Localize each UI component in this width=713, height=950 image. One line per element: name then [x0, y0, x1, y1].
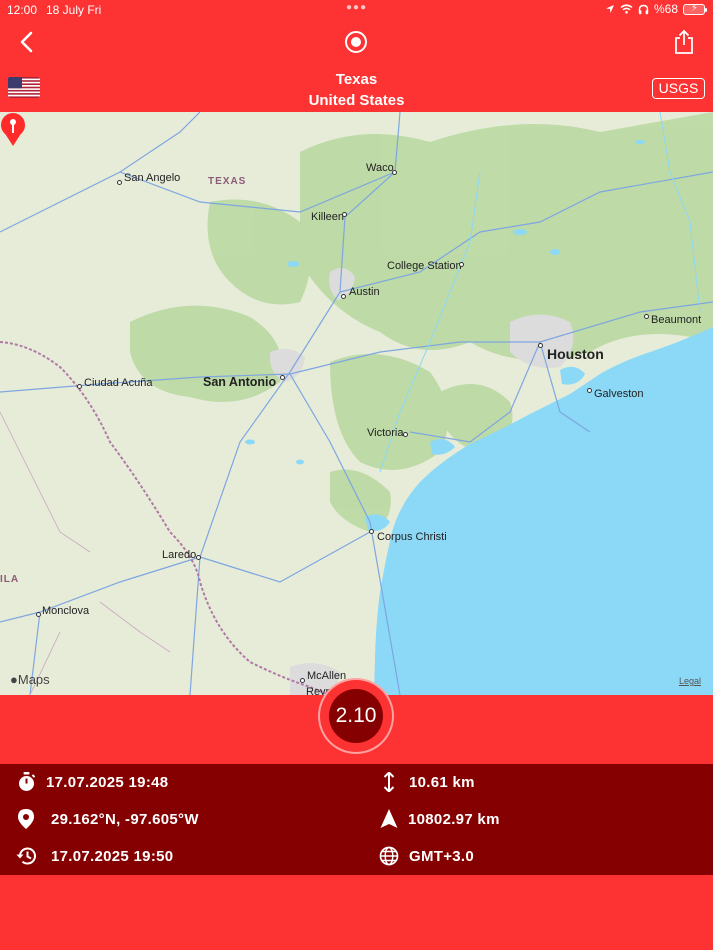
map-label-college-station: College Station — [387, 260, 462, 272]
city-dot — [342, 212, 347, 217]
city-dot — [280, 375, 285, 380]
event-timezone: GMT+3.0 — [409, 847, 475, 865]
city-dot — [392, 170, 397, 175]
event-time-row: 17.07.2025 19:48 — [17, 772, 168, 792]
depth-row: 10.61 km — [383, 772, 475, 792]
updated-row: 17.07.2025 19:50 — [16, 846, 173, 866]
city-dot — [538, 343, 543, 348]
status-date: 18 July Fri — [46, 3, 102, 17]
earthquake-details: 17.07.2025 19:48 29.162°N, -97.605°W 17.… — [0, 764, 713, 875]
map-label-beaumont: Beaumont — [651, 314, 702, 326]
city-dot — [341, 294, 346, 299]
distance-row: 10802.97 km — [380, 809, 500, 829]
location-country: United States — [308, 92, 405, 109]
vertical-arrows-icon — [383, 772, 395, 792]
globe-icon — [379, 846, 399, 866]
map-label-waco: Waco — [366, 162, 394, 174]
legal-link[interactable]: Legal — [679, 676, 701, 686]
apple-icon: ● — [10, 672, 18, 687]
multitask-dots[interactable]: ●●● — [346, 2, 367, 13]
coordinates-row: 29.162°N, -97.605°W — [18, 809, 199, 829]
status-time: 12:00 — [7, 3, 38, 17]
map-view[interactable]: TEXAS San Angelo Waco Killeen College St… — [0, 112, 713, 695]
map-label-victoria: Victoria — [367, 427, 404, 439]
nav-bar — [0, 22, 713, 66]
location-region: Texas — [335, 71, 378, 88]
location-arrow-icon — [605, 5, 614, 13]
wifi-icon — [620, 4, 633, 14]
share-icon[interactable] — [673, 28, 695, 56]
city-dot — [36, 612, 41, 617]
city-dot — [77, 384, 82, 389]
event-distance: 10802.97 km — [408, 810, 500, 828]
map-label-ciudad-acuna: Ciudad Acuña — [84, 377, 153, 389]
city-dot — [587, 388, 592, 393]
map-terrain — [0, 112, 713, 695]
map-pin-icon[interactable] — [0, 112, 26, 152]
battery-icon: ⚡ — [683, 3, 707, 15]
city-dot — [117, 180, 122, 185]
stopwatch-icon — [19, 772, 36, 791]
location-pin-icon — [18, 809, 34, 829]
event-time: 17.07.2025 19:48 — [46, 773, 169, 791]
maps-logo: ●Maps — [10, 672, 50, 687]
map-label-killeen: Killeen — [311, 211, 345, 223]
navigation-arrow-icon — [380, 809, 398, 828]
status-bar: 12:00 18 July Fri ●●● %68 ⚡ — [0, 0, 713, 22]
record-icon[interactable] — [345, 31, 367, 53]
map-label-state: TEXAS — [208, 176, 247, 187]
map-label-austin: Austin — [349, 286, 380, 298]
event-updated: 17.07.2025 19:50 — [51, 847, 174, 865]
event-depth: 10.61 km — [409, 773, 475, 791]
map-label-galveston: Galveston — [594, 388, 644, 400]
map-label-houston: Houston — [547, 346, 604, 362]
map-label-coahuila: ILA — [0, 574, 20, 585]
map-label-san-angelo: San Angelo — [124, 172, 181, 184]
map-label-corpus-christi: Corpus Christi — [377, 531, 447, 543]
history-icon — [16, 847, 36, 865]
map-label-monclova: Monclova — [42, 605, 90, 617]
city-dot — [196, 555, 201, 560]
headphones-icon — [638, 4, 649, 14]
magnitude-badge: 2.10 — [329, 689, 383, 743]
map-label-san-antonio: San Antonio — [203, 375, 277, 389]
maps-brand: Maps — [17, 672, 50, 687]
city-dot — [403, 432, 408, 437]
city-dot — [369, 529, 374, 534]
source-badge[interactable]: USGS — [652, 78, 705, 99]
battery-percent: %68 — [653, 2, 678, 16]
event-coordinates: 29.162°N, -97.605°W — [51, 810, 199, 828]
city-dot — [300, 678, 305, 683]
city-dot — [644, 314, 649, 319]
map-label-laredo: Laredo — [162, 549, 197, 561]
chevron-left-icon[interactable] — [14, 28, 42, 56]
timezone-row: GMT+3.0 — [379, 846, 474, 866]
status-right: %68 ⚡ — [605, 2, 707, 16]
city-dot — [459, 262, 464, 267]
